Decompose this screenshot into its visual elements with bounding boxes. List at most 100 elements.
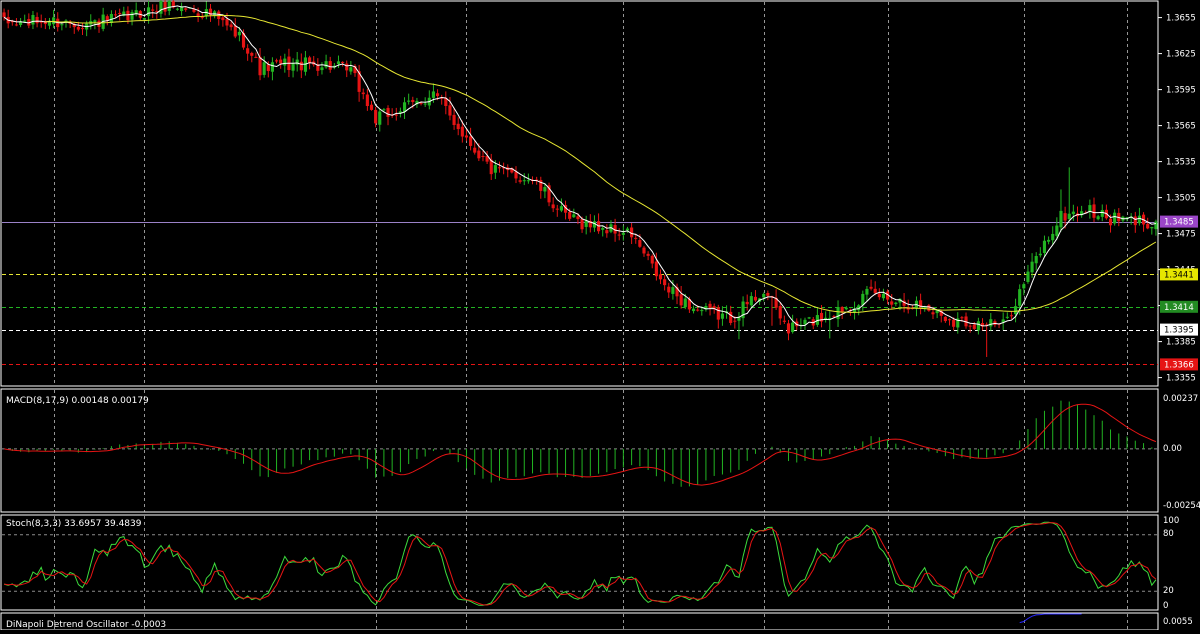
- candle-body[interactable]: [708, 303, 712, 308]
- candle-body[interactable]: [341, 61, 345, 63]
- candle-body[interactable]: [23, 20, 27, 22]
- candle-body[interactable]: [336, 61, 341, 64]
- candle-body[interactable]: [865, 288, 869, 295]
- candle-body[interactable]: [233, 25, 237, 37]
- candle-body[interactable]: [31, 15, 35, 25]
- candle-body[interactable]: [869, 286, 873, 289]
- candle-body[interactable]: [1026, 271, 1030, 282]
- candle-body[interactable]: [283, 58, 287, 66]
- candle-body[interactable]: [291, 63, 295, 71]
- candle-body[interactable]: [1009, 315, 1014, 317]
- candle-body[interactable]: [456, 123, 460, 130]
- candle-body[interactable]: [225, 19, 229, 26]
- candle-body[interactable]: [642, 247, 646, 254]
- candle-body[interactable]: [766, 292, 770, 296]
- candle-body[interactable]: [151, 9, 155, 11]
- candle-body[interactable]: [47, 21, 52, 26]
- candle-body[interactable]: [448, 105, 452, 116]
- candle-body[interactable]: [2, 12, 6, 18]
- price-panel[interactable]: [2, 0, 1158, 365]
- candle-body[interactable]: [791, 322, 795, 333]
- candle-body[interactable]: [386, 107, 390, 117]
- candle-body[interactable]: [943, 316, 947, 322]
- candle-body[interactable]: [369, 104, 374, 110]
- candle-body[interactable]: [250, 52, 254, 56]
- trading-chart-window[interactable]: 1.3655 1.3625 1.3595 1.3565 1.3535 1.3505 1.34…: [0, 0, 1200, 631]
- candle-body[interactable]: [196, 13, 200, 17]
- candle-body[interactable]: [299, 61, 303, 71]
- candle-body[interactable]: [972, 324, 976, 329]
- candle-body[interactable]: [778, 306, 782, 319]
- candle-body[interactable]: [551, 204, 555, 209]
- candle-body[interactable]: [518, 180, 522, 182]
- candle-body[interactable]: [1063, 213, 1067, 221]
- candle-body[interactable]: [473, 147, 477, 153]
- candle-body[interactable]: [382, 109, 386, 111]
- candle-body[interactable]: [477, 150, 481, 159]
- candle-body[interactable]: [720, 313, 725, 319]
- candle-body[interactable]: [753, 296, 758, 301]
- candle-body[interactable]: [93, 20, 97, 23]
- candle-body[interactable]: [1096, 216, 1100, 220]
- candle-body[interactable]: [254, 56, 258, 58]
- candle-body[interactable]: [844, 307, 848, 310]
- candle-body[interactable]: [861, 293, 865, 306]
- candle-body[interactable]: [266, 64, 270, 72]
- candle-body[interactable]: [1092, 204, 1096, 218]
- candle-body[interactable]: [605, 230, 609, 234]
- candle-body[interactable]: [960, 317, 964, 319]
- candle-body[interactable]: [749, 296, 753, 306]
- candle-body[interactable]: [80, 28, 85, 30]
- candle-body[interactable]: [130, 12, 134, 20]
- candle-body[interactable]: [745, 301, 749, 305]
- candle-body[interactable]: [246, 48, 250, 54]
- candle-body[interactable]: [671, 287, 675, 294]
- candle-body[interactable]: [968, 325, 972, 327]
- candle-body[interactable]: [1051, 233, 1055, 241]
- candle-body[interactable]: [1034, 255, 1038, 264]
- candle-body[interactable]: [807, 317, 811, 319]
- candle-body[interactable]: [60, 24, 64, 26]
- candle-body[interactable]: [989, 319, 993, 327]
- candle-body[interactable]: [976, 321, 980, 331]
- candle-body[interactable]: [658, 274, 663, 280]
- candle-body[interactable]: [555, 208, 559, 210]
- candle-body[interactable]: [1154, 221, 1158, 230]
- candle-body[interactable]: [419, 103, 423, 105]
- candle-body[interactable]: [584, 220, 588, 227]
- candle-body[interactable]: [221, 17, 225, 21]
- candle-body[interactable]: [1047, 239, 1051, 242]
- candle-body[interactable]: [733, 320, 737, 322]
- candle-body[interactable]: [1030, 261, 1034, 273]
- candle-body[interactable]: [522, 180, 526, 182]
- candle-body[interactable]: [873, 288, 877, 294]
- candle-body[interactable]: [229, 24, 233, 28]
- candle-body[interactable]: [378, 111, 382, 125]
- candle-body[interactable]: [1067, 213, 1071, 219]
- candle-body[interactable]: [572, 214, 576, 218]
- candle-body[interactable]: [568, 211, 572, 219]
- candle-body[interactable]: [952, 319, 956, 327]
- candle-body[interactable]: [361, 92, 365, 95]
- candle-body[interactable]: [716, 307, 720, 320]
- candle-body[interactable]: [365, 94, 369, 107]
- candle-body[interactable]: [617, 234, 621, 236]
- candle-body[interactable]: [700, 310, 704, 312]
- candle-body[interactable]: [1059, 210, 1063, 228]
- candle-body[interactable]: [349, 67, 353, 72]
- candle-body[interactable]: [237, 31, 241, 36]
- candle-body[interactable]: [947, 319, 952, 321]
- candle-body[interactable]: [1137, 215, 1141, 224]
- candle-body[interactable]: [762, 293, 766, 298]
- candle-body[interactable]: [890, 301, 894, 305]
- candle-body[interactable]: [836, 306, 840, 320]
- candle-body[interactable]: [469, 136, 473, 146]
- candle-body[interactable]: [279, 59, 283, 64]
- candle-body[interactable]: [1071, 211, 1075, 215]
- candle-body[interactable]: [559, 206, 563, 211]
- candle-body[interactable]: [1133, 216, 1137, 226]
- candle-body[interactable]: [646, 253, 650, 256]
- candle-body[interactable]: [262, 62, 266, 75]
- candle-body[interactable]: [840, 307, 844, 312]
- candle-body[interactable]: [514, 171, 518, 179]
